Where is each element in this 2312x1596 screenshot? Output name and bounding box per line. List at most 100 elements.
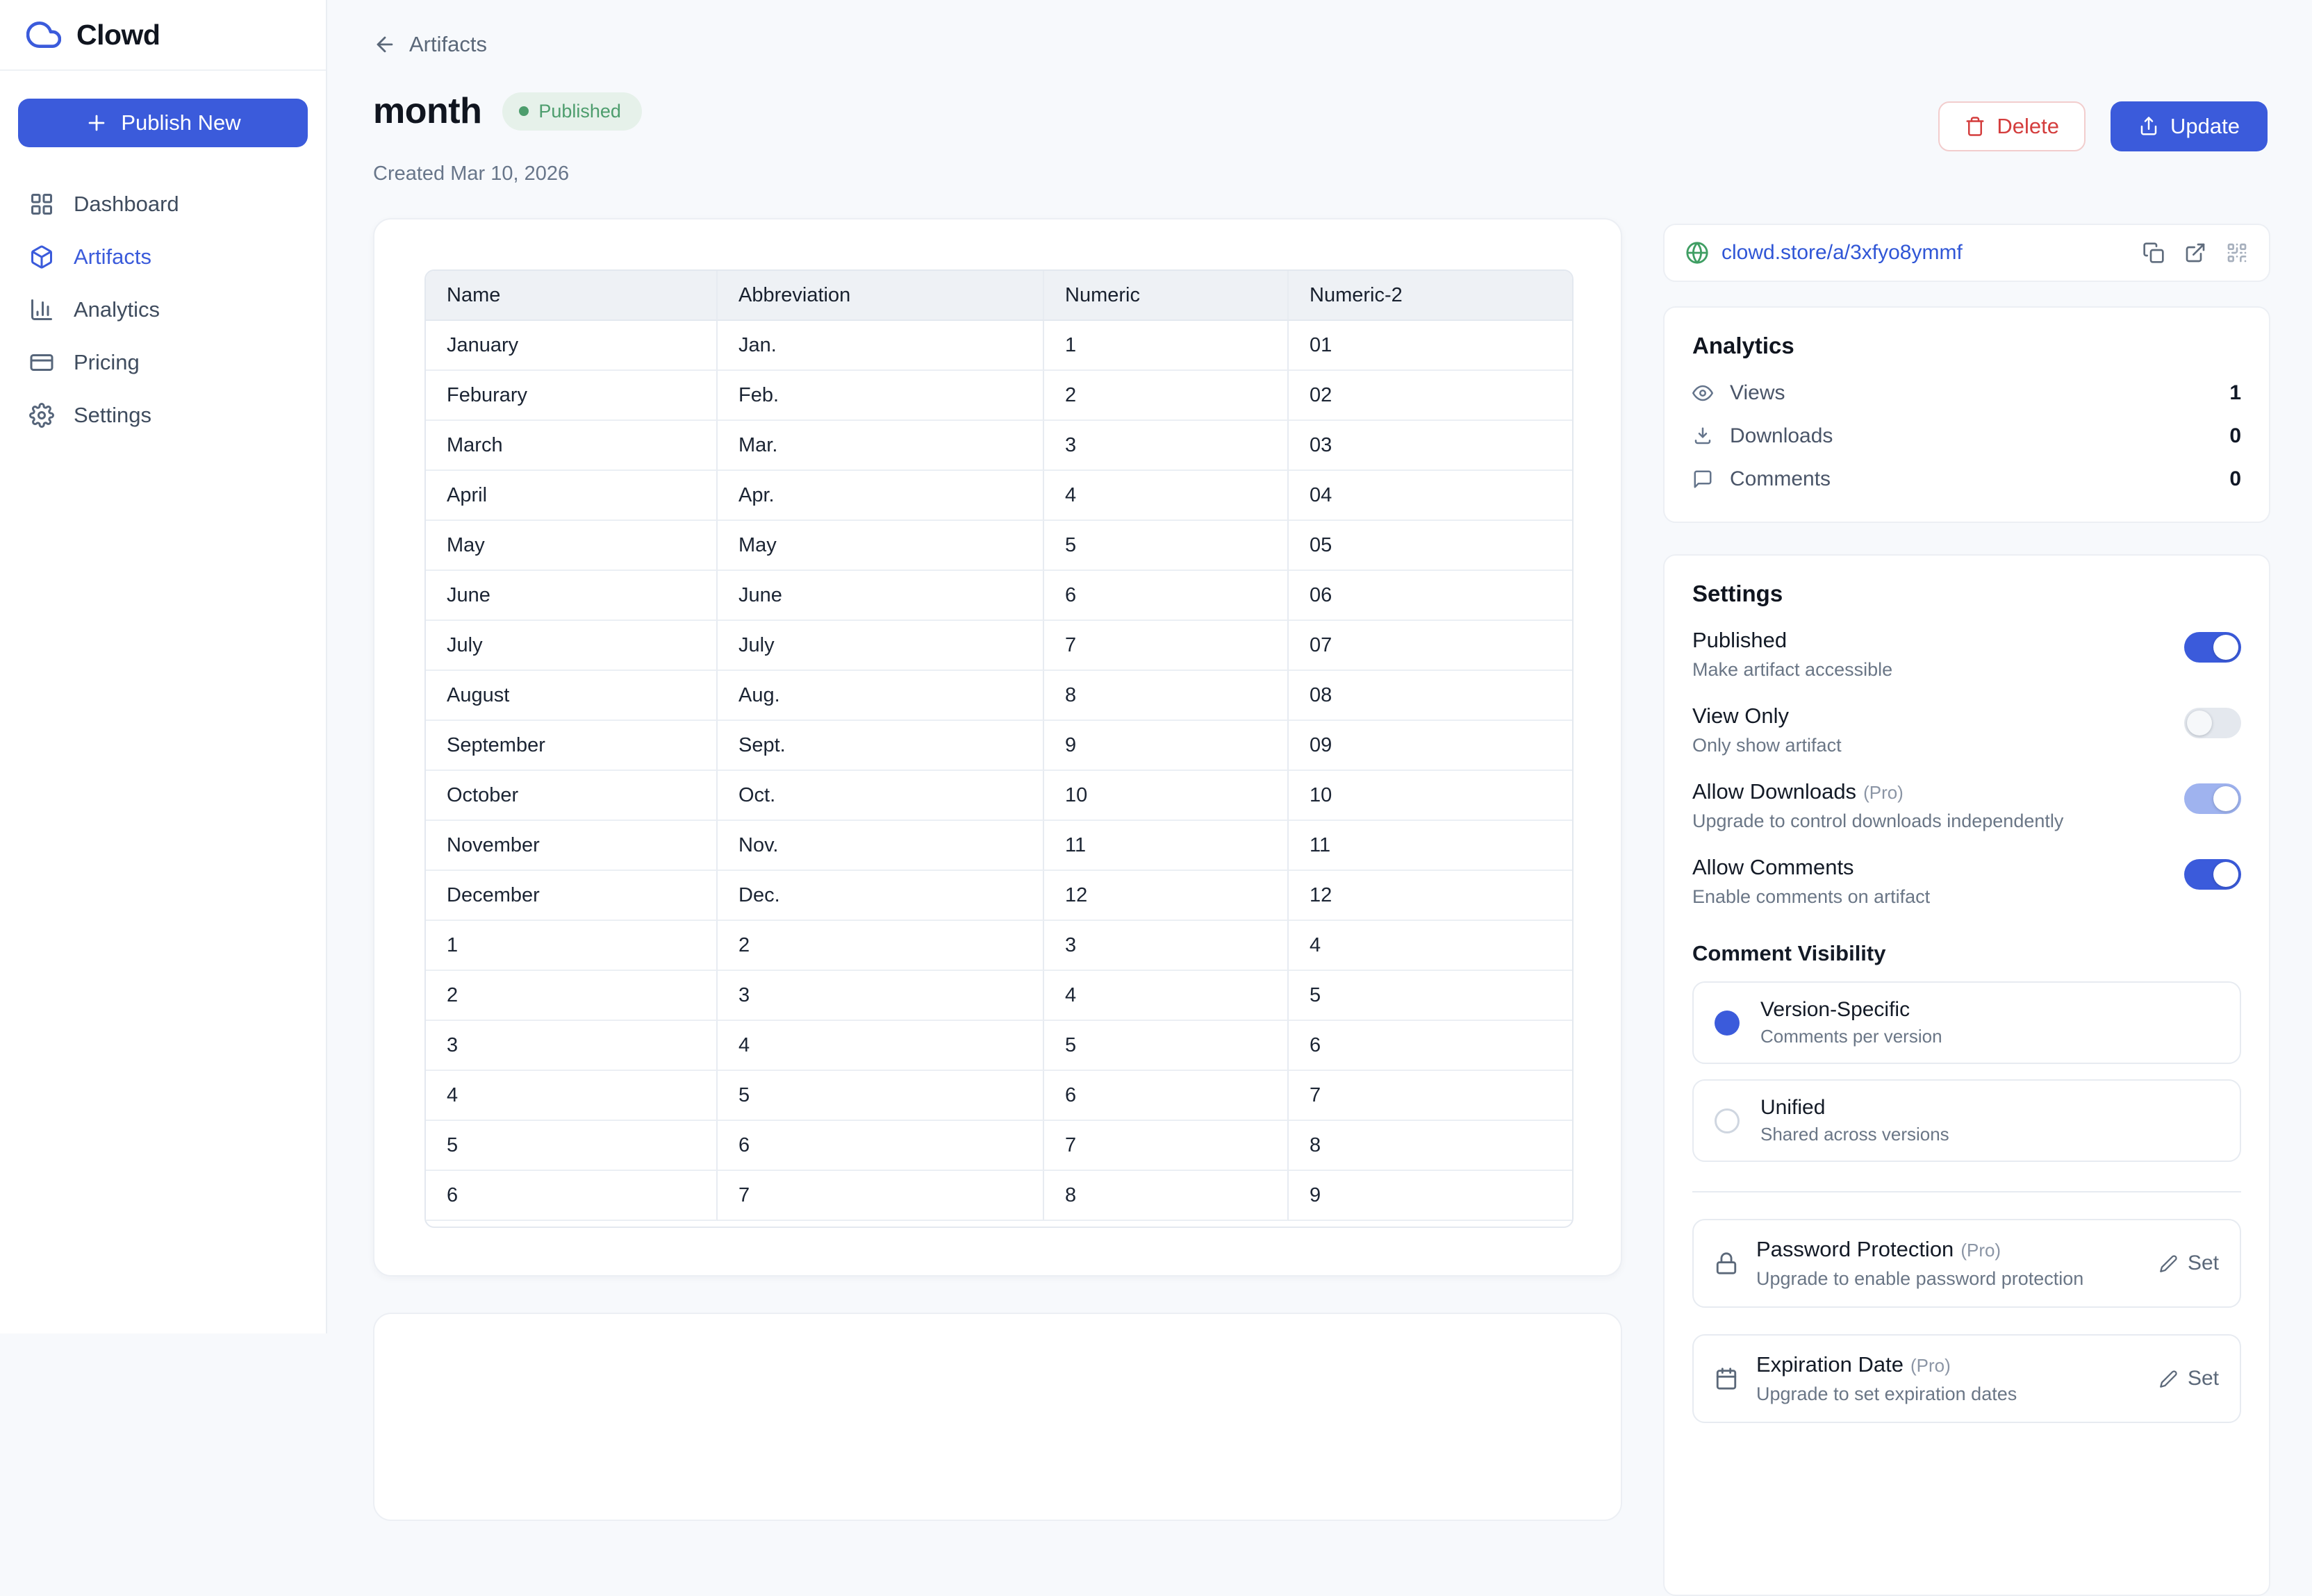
delete-button-label: Delete — [1997, 114, 2059, 139]
table-cell: 3 — [1044, 421, 1289, 471]
set-button-expiration-date[interactable]: Set — [2159, 1367, 2219, 1390]
option-label: Unified — [1760, 1096, 1949, 1120]
calendar-icon — [1715, 1367, 1738, 1390]
lock-icon — [1715, 1252, 1738, 1275]
analytics-value: 1 — [2229, 381, 2241, 405]
table-row: DecemberDec.1212 — [426, 871, 1572, 921]
setting-description: Only show artifact — [1692, 735, 1842, 756]
pro-tag: (Pro) — [1960, 1240, 2001, 1261]
published-toggle[interactable] — [2184, 632, 2241, 663]
publish-new-label: Publish New — [121, 110, 240, 135]
sidebar-item-label: Analytics — [74, 297, 160, 322]
sidebar-item-artifacts[interactable]: Artifacts — [0, 231, 326, 283]
table-cell: July — [718, 621, 1044, 671]
artifacts-icon — [29, 244, 54, 269]
table-cell: 6 — [718, 1121, 1044, 1171]
pro-tag: (Pro) — [1863, 782, 1904, 803]
external-link-icon-button[interactable] — [2184, 242, 2206, 264]
table-cell: 01 — [1289, 321, 1572, 371]
table-cell: 12 — [1044, 871, 1289, 921]
share-url-link[interactable]: clowd.store/a/3xfyo8ymmf — [1721, 241, 1963, 265]
header-actions: Delete Update — [1938, 101, 2268, 151]
allow-comments-toggle[interactable] — [2184, 859, 2241, 890]
settings-title: Settings — [1692, 581, 2241, 607]
share-link-card: clowd.store/a/3xfyo8ymmf — [1663, 224, 2270, 282]
breadcrumb[interactable]: Artifacts — [373, 32, 487, 57]
analytics-row-comments: Comments 0 — [1692, 467, 2241, 491]
sidebar-item-analytics[interactable]: Analytics — [0, 283, 326, 336]
view-only-toggle[interactable] — [2184, 708, 2241, 738]
sidebar-item-pricing[interactable]: Pricing — [0, 336, 326, 389]
table-row: JulyJuly707 — [426, 621, 1572, 671]
table-cell: 06 — [1289, 571, 1572, 621]
dashboard-icon — [29, 192, 54, 217]
settings-icon — [29, 403, 54, 428]
analytics-label: Downloads — [1730, 424, 1833, 448]
publish-new-button[interactable]: Publish New — [18, 99, 308, 147]
radio-unselected-icon[interactable] — [1715, 1108, 1740, 1133]
app-logo: Clowd — [0, 0, 326, 71]
table-row: SeptemberSept.909 — [426, 721, 1572, 771]
toggle-knob — [2213, 862, 2238, 887]
setting-label: View Only — [1692, 704, 1842, 729]
update-button[interactable]: Update — [2111, 101, 2268, 151]
qr-code-icon — [2226, 242, 2248, 264]
set-button-label: Set — [2188, 1367, 2219, 1390]
table-cell: 04 — [1289, 471, 1572, 521]
table-cell: 6 — [1044, 571, 1289, 621]
setting-label: Allow Comments — [1692, 855, 1930, 880]
copy-icon-button[interactable] — [2142, 242, 2165, 264]
table-cell: 4 — [718, 1021, 1044, 1071]
option-label: Version-Specific — [1760, 998, 1942, 1022]
table-cell: 7 — [1044, 1121, 1289, 1171]
table-cell: Apr. — [718, 471, 1044, 521]
toggle-knob — [2187, 710, 2212, 735]
table-row: 5678 — [426, 1121, 1572, 1171]
comment-visibility-option-unified[interactable]: Unified Shared across versions — [1692, 1079, 2241, 1162]
toggle-knob — [2213, 635, 2238, 660]
option-description: Shared across versions — [1760, 1124, 1949, 1145]
sidebar: Clowd Publish New Dashboard Artifacts An… — [0, 0, 327, 1333]
setting-row-allow-comments: Allow Comments Enable comments on artifa… — [1692, 855, 2241, 908]
setting-label: Published — [1692, 628, 1892, 653]
status-dot-icon — [519, 106, 529, 116]
table-cell: 4 — [1044, 471, 1289, 521]
upload-icon — [2138, 116, 2159, 137]
table-cell: 03 — [1289, 421, 1572, 471]
table-cell: 11 — [1289, 821, 1572, 871]
delete-button[interactable]: Delete — [1938, 101, 2086, 151]
table-cell: November — [426, 821, 718, 871]
table-cell: 5 — [1044, 521, 1289, 571]
comment-visibility-option-version-specific[interactable]: Version-Specific Comments per version — [1692, 981, 2241, 1064]
comments-icon — [1692, 469, 1713, 490]
table-row: FeburaryFeb.202 — [426, 371, 1572, 421]
table-cell: 5 — [1289, 971, 1572, 1021]
settings-divider — [1692, 1191, 2241, 1192]
pencil-icon — [2159, 1370, 2178, 1388]
table-cell: 2 — [1044, 371, 1289, 421]
allow-downloads-toggle[interactable] — [2184, 783, 2241, 814]
radio-selected-icon[interactable] — [1715, 1011, 1740, 1036]
table-cell: January — [426, 321, 718, 371]
table-cell: 10 — [1044, 771, 1289, 821]
table-cell: Oct. — [718, 771, 1044, 821]
table-cell: April — [426, 471, 718, 521]
sidebar-item-settings[interactable]: Settings — [0, 389, 326, 442]
table-row: MayMay505 — [426, 521, 1572, 571]
qr-code-icon-button[interactable] — [2226, 242, 2248, 264]
table-cell: 08 — [1289, 671, 1572, 721]
upload-icon — [2138, 116, 2159, 137]
table-cell: 4 — [1289, 921, 1572, 971]
table-cell: Feburary — [426, 371, 718, 421]
page-title: month — [373, 90, 481, 132]
setting-description: Upgrade to control downloads independent… — [1692, 811, 2063, 832]
table-cell: 4 — [1044, 971, 1289, 1021]
table-row: 3456 — [426, 1021, 1572, 1071]
table-row: 4567 — [426, 1071, 1572, 1121]
comment-visibility-title: Comment Visibility — [1692, 941, 2241, 966]
artifact-table-container[interactable]: NameAbbreviationNumericNumeric-2 January… — [424, 269, 1574, 1228]
sidebar-item-label: Dashboard — [74, 192, 179, 217]
sidebar-item-dashboard[interactable]: Dashboard — [0, 178, 326, 231]
set-button-password-protection[interactable]: Set — [2159, 1252, 2219, 1275]
update-button-label: Update — [2170, 114, 2240, 139]
